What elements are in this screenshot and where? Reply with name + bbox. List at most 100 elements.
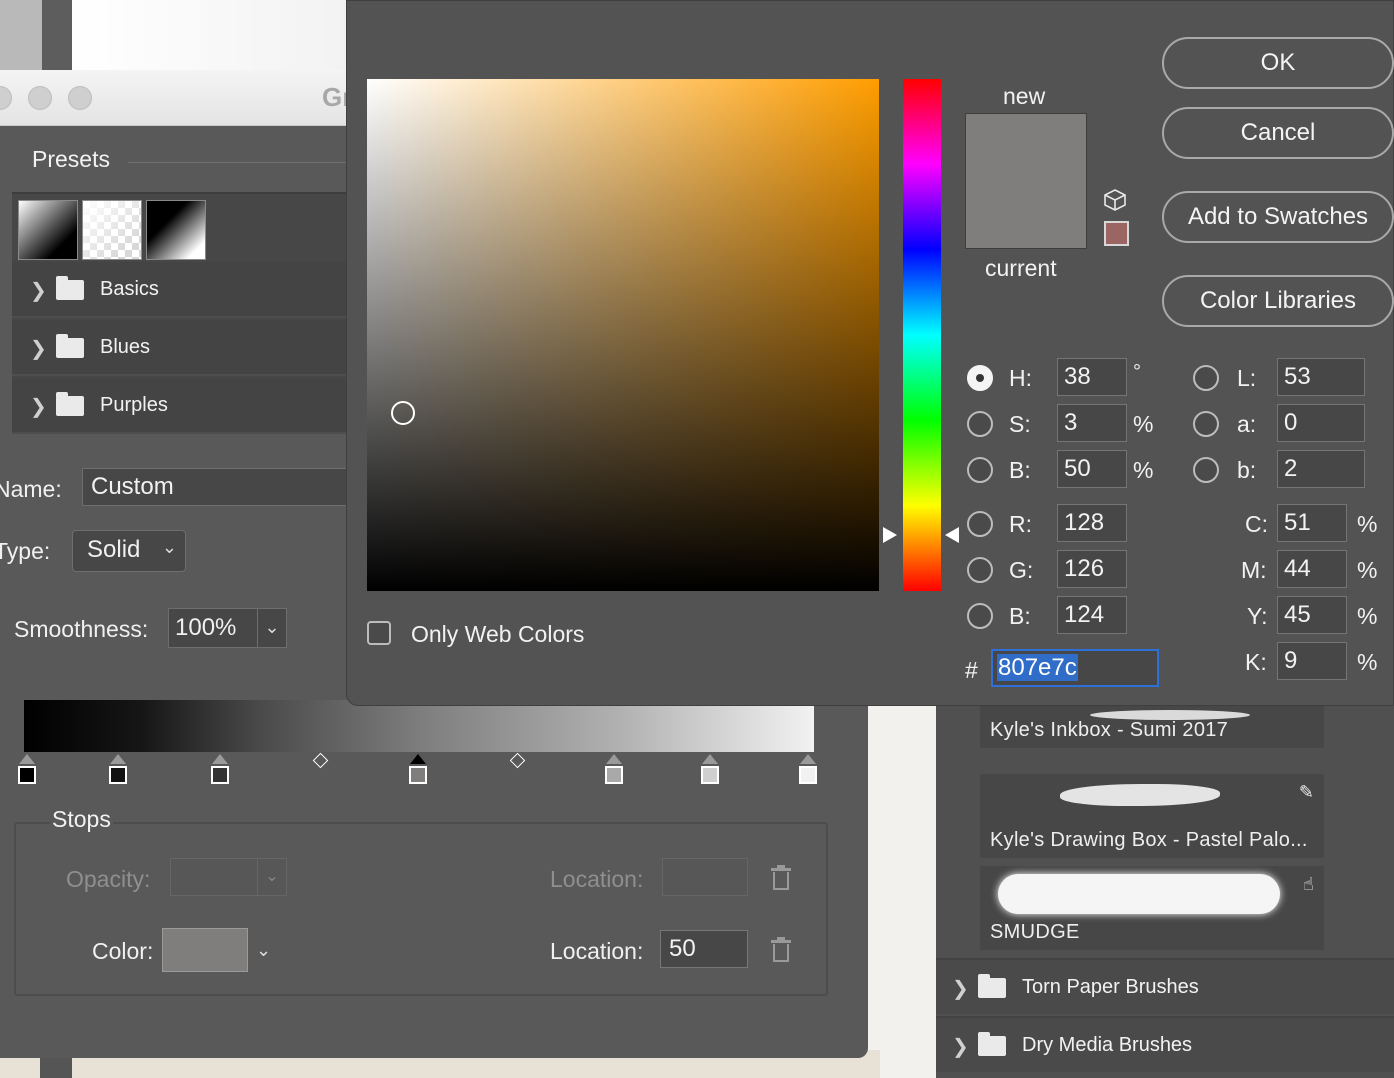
cancel-button[interactable]: Cancel bbox=[1162, 107, 1394, 159]
ok-button[interactable]: OK bbox=[1162, 37, 1394, 89]
blue-label: B: bbox=[1009, 603, 1031, 629]
gradient-midpoint-diamond[interactable] bbox=[509, 752, 526, 769]
cyan-label: C: bbox=[1245, 511, 1268, 537]
lab-b-input[interactable]: 2 bbox=[1277, 450, 1365, 488]
lab-l-input[interactable]: 53 bbox=[1277, 358, 1365, 396]
new-color-label: new bbox=[1003, 83, 1046, 109]
preset-gradient-swatch[interactable] bbox=[18, 200, 78, 260]
brightness-label: B: bbox=[1009, 457, 1031, 483]
color-stop[interactable] bbox=[18, 754, 36, 786]
lab-l-label: L: bbox=[1237, 365, 1257, 391]
lab-a-radio[interactable] bbox=[1193, 411, 1219, 437]
smoothness-dropdown-button[interactable]: ⌄ bbox=[257, 608, 287, 648]
brightness-input[interactable]: 50 bbox=[1057, 450, 1127, 488]
stops-heading: Stops bbox=[50, 806, 113, 833]
color-stop[interactable] bbox=[109, 754, 127, 786]
blue-radio[interactable] bbox=[967, 603, 993, 629]
trash-icon[interactable] bbox=[771, 937, 791, 962]
color-stop[interactable] bbox=[701, 754, 719, 786]
type-label: Type: bbox=[0, 538, 51, 564]
brush-name: Kyle's Drawing Box - Pastel Palo... bbox=[990, 829, 1308, 851]
color-stop[interactable] bbox=[605, 754, 623, 786]
preset-folder-blues[interactable]: ❯ Blues bbox=[12, 320, 352, 376]
hue-slider-handle-right[interactable] bbox=[945, 527, 959, 543]
hue-input[interactable]: 38 bbox=[1057, 358, 1127, 396]
red-label: R: bbox=[1009, 511, 1032, 537]
chevron-right-icon[interactable]: ❯ bbox=[952, 1034, 969, 1059]
color-libraries-button[interactable]: Color Libraries bbox=[1162, 275, 1394, 327]
gradient-preview-bar[interactable] bbox=[24, 700, 814, 752]
gradient-name-input[interactable]: Custom bbox=[82, 468, 362, 506]
folder-icon bbox=[56, 276, 84, 300]
red-radio[interactable] bbox=[967, 511, 993, 537]
hex-label: # bbox=[965, 657, 978, 683]
chevron-right-icon[interactable]: ❯ bbox=[30, 278, 47, 303]
preset-folder-purples[interactable]: ❯ Purples bbox=[12, 378, 352, 434]
smudge-tool-icon: ☝ bbox=[1303, 874, 1314, 894]
percent-unit: % bbox=[1133, 457, 1154, 483]
hue-radio[interactable] bbox=[967, 365, 993, 391]
magenta-input[interactable]: 44 bbox=[1277, 550, 1347, 588]
color-field-cursor[interactable] bbox=[391, 401, 415, 425]
yellow-input[interactable]: 45 bbox=[1277, 596, 1347, 634]
add-to-swatches-button[interactable]: Add to Swatches bbox=[1162, 191, 1394, 243]
cyan-input[interactable]: 51 bbox=[1277, 504, 1347, 542]
red-input[interactable]: 128 bbox=[1057, 504, 1127, 542]
color-location-input[interactable]: 50 bbox=[660, 930, 748, 968]
gradient-type-value: Solid bbox=[87, 536, 141, 563]
percent-unit: % bbox=[1133, 411, 1154, 437]
lab-b-radio[interactable] bbox=[1193, 457, 1219, 483]
preset-gradient-swatch[interactable] bbox=[82, 200, 142, 260]
chevron-right-icon[interactable]: ❯ bbox=[30, 394, 47, 419]
stop-color-swatch[interactable] bbox=[162, 928, 248, 972]
chevron-right-icon[interactable]: ❯ bbox=[952, 976, 969, 1001]
web-safe-cube-icon[interactable] bbox=[1104, 189, 1126, 211]
folder-label: Purples bbox=[100, 394, 168, 416]
name-label: Name: bbox=[0, 476, 62, 502]
preset-gradient-swatch[interactable] bbox=[146, 200, 206, 260]
hue-slider-handle-left[interactable] bbox=[883, 527, 897, 543]
folder-label: Torn Paper Brushes bbox=[1022, 976, 1199, 998]
color-stop[interactable] bbox=[799, 754, 817, 786]
smoothness-input[interactable]: 100% bbox=[168, 608, 258, 648]
only-web-colors-checkbox[interactable] bbox=[367, 621, 391, 645]
black-input[interactable]: 9 bbox=[1277, 642, 1347, 680]
brush-folder-dry-media[interactable]: ❯ Dry Media Brushes bbox=[936, 1016, 1394, 1072]
presets-list: ❯ Basics ❯ Blues ❯ Purples bbox=[12, 192, 352, 434]
new-current-color-preview[interactable] bbox=[965, 113, 1087, 249]
color-picker-dialog: Only Web Colors new current OK Cancel Ad… bbox=[346, 0, 1394, 706]
gradient-midpoint-diamond[interactable] bbox=[312, 752, 329, 769]
color-stop[interactable] bbox=[211, 754, 229, 786]
lab-a-input[interactable]: 0 bbox=[1277, 404, 1365, 442]
close-window-button[interactable] bbox=[0, 86, 12, 110]
background-canvas bbox=[860, 700, 940, 1078]
percent-unit: % bbox=[1357, 511, 1378, 537]
brightness-radio[interactable] bbox=[967, 457, 993, 483]
minimize-window-button[interactable] bbox=[28, 86, 52, 110]
green-radio[interactable] bbox=[967, 557, 993, 583]
brush-preset-item[interactable]: ☝ SMUDGE bbox=[980, 866, 1324, 954]
green-input[interactable]: 126 bbox=[1057, 550, 1127, 588]
hue-slider[interactable] bbox=[903, 79, 941, 591]
gradient-type-select[interactable]: Solid ⌄ bbox=[72, 530, 186, 572]
brush-preset-item[interactable]: ✎ Kyle's Drawing Box - Pastel Palo... bbox=[980, 774, 1324, 862]
degree-unit: ° bbox=[1133, 361, 1141, 383]
blue-input[interactable]: 124 bbox=[1057, 596, 1127, 634]
saturation-brightness-field[interactable] bbox=[367, 79, 879, 591]
chevron-right-icon[interactable]: ❯ bbox=[30, 336, 47, 361]
hex-input[interactable]: 807e7c bbox=[991, 649, 1159, 687]
color-label: Color: bbox=[92, 938, 154, 964]
brush-folder-torn-paper[interactable]: ❯ Torn Paper Brushes bbox=[936, 958, 1394, 1014]
zoom-window-button[interactable] bbox=[68, 86, 92, 110]
saturation-radio[interactable] bbox=[967, 411, 993, 437]
saturation-input[interactable]: 3 bbox=[1057, 404, 1127, 442]
background-window-edge bbox=[42, 0, 72, 80]
background-canvas bbox=[72, 0, 352, 80]
brush-tool-icon: ✎ bbox=[1298, 782, 1314, 802]
out-of-gamut-swatch[interactable] bbox=[1104, 221, 1129, 246]
lightness-radio[interactable] bbox=[1193, 365, 1219, 391]
chevron-down-icon[interactable]: ⌄ bbox=[256, 940, 271, 961]
brush-name: SMUDGE bbox=[990, 921, 1080, 943]
color-stop-selected[interactable] bbox=[409, 754, 427, 786]
preset-folder-basics[interactable]: ❯ Basics bbox=[12, 262, 352, 318]
